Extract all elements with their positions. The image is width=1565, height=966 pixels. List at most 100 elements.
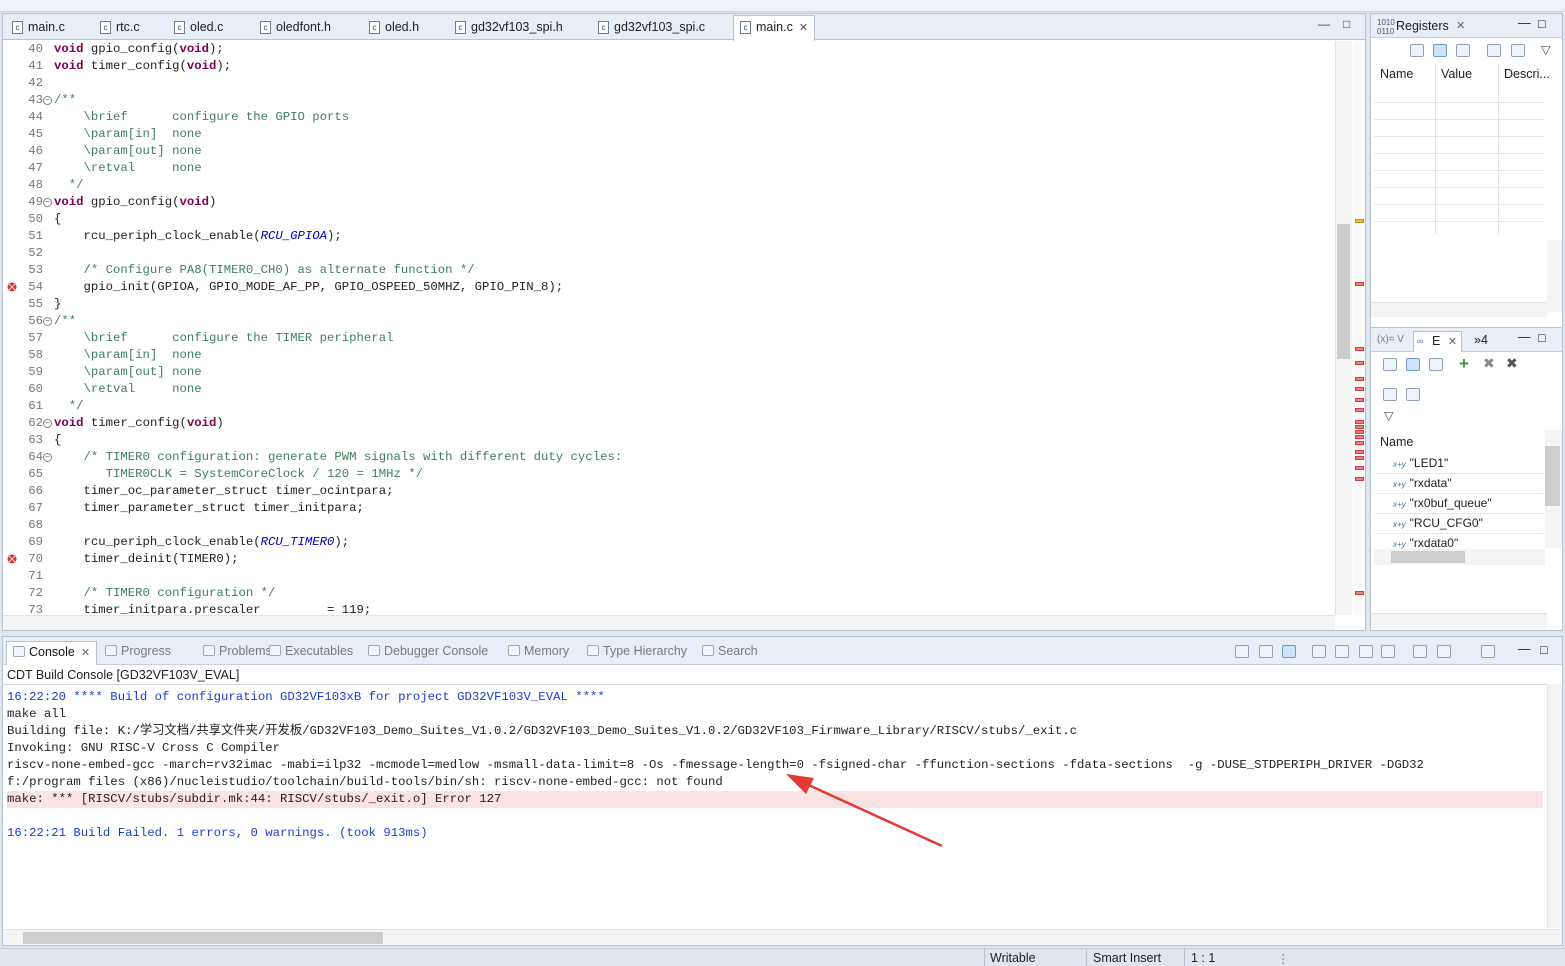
minimize-icon[interactable]: — — [1518, 330, 1531, 344]
overview-marker[interactable] — [1355, 347, 1364, 351]
col-name[interactable]: Name — [1380, 435, 1413, 449]
close-icon[interactable]: ✕ — [1456, 19, 1465, 32]
breakpoint-icon[interactable] — [6, 553, 18, 565]
overview-marker[interactable] — [1355, 591, 1364, 595]
clear-console-icon[interactable] — [1359, 645, 1373, 658]
expressions-tab[interactable]: ∞ E ✕ — [1413, 331, 1463, 352]
editor-tab[interactable]: c rtc.c — [94, 16, 146, 40]
view-menu-icon[interactable]: ▽ — [1384, 408, 1394, 423]
editor-horizontal-scrollbar[interactable] — [3, 615, 1335, 630]
scroll-lock-icon[interactable] — [1282, 645, 1296, 658]
registers-hscroll[interactable] — [1371, 302, 1547, 317]
overview-marker[interactable] — [1355, 387, 1364, 391]
overview-marker[interactable] — [1355, 435, 1364, 439]
overview-ruler[interactable] — [1353, 41, 1365, 615]
remove-all-icon[interactable]: ✖ — [1506, 355, 1518, 372]
edit-group-icon[interactable] — [1406, 388, 1420, 401]
layout-icon[interactable] — [1429, 358, 1443, 371]
scroll-down-icon[interactable] — [1235, 645, 1249, 658]
overview-marker[interactable] — [1355, 398, 1364, 402]
console-tab[interactable]: Search — [702, 644, 758, 658]
expression-item[interactable]: x+y "rx0buf_queue" — [1393, 496, 1492, 510]
overview-marker[interactable] — [1355, 361, 1364, 365]
col-name[interactable]: Name — [1380, 67, 1413, 81]
edit-group-icon[interactable] — [1511, 44, 1525, 57]
more-tabs-icon[interactable]: »4 — [1474, 333, 1488, 347]
fold-toggle-icon[interactable]: − — [43, 96, 52, 105]
expressions-bottom-scroll[interactable] — [1371, 613, 1547, 629]
col-description[interactable]: Descri... — [1504, 67, 1550, 81]
minimize-icon[interactable]: — — [1318, 17, 1330, 31]
expression-item[interactable]: x+y "rxdata" — [1393, 476, 1452, 490]
console-tab[interactable]: Problems — [203, 644, 272, 658]
col-value[interactable]: Value — [1441, 67, 1472, 81]
close-icon[interactable]: ✕ — [81, 647, 90, 659]
fold-toggle-icon[interactable]: − — [43, 419, 52, 428]
minimize-icon[interactable]: — — [1518, 16, 1531, 30]
maximize-icon[interactable]: □ — [1538, 17, 1546, 31]
scroll-up-icon[interactable] — [1259, 645, 1273, 658]
console-tab[interactable]: Type Hierarchy — [587, 644, 687, 658]
maximize-icon[interactable]: □ — [1538, 331, 1546, 345]
collapse-all-icon[interactable] — [1410, 44, 1424, 57]
overview-marker[interactable] — [1355, 456, 1364, 460]
expression-item[interactable]: x+y "rxdata0" — [1393, 536, 1458, 550]
overview-marker[interactable] — [1355, 408, 1364, 412]
editor-tab[interactable]: c gd32vf103_spi.c — [592, 16, 711, 40]
expression-item[interactable]: x+y "RCU_CFG0" — [1393, 516, 1483, 530]
overview-marker[interactable] — [1355, 219, 1364, 223]
open-console-icon[interactable] — [1437, 645, 1451, 658]
fold-toggle-icon[interactable]: − — [43, 317, 52, 326]
overview-marker[interactable] — [1355, 450, 1364, 454]
console-tab[interactable]: Console ✕ — [6, 641, 98, 665]
overview-marker[interactable] — [1355, 441, 1364, 445]
status-insert-mode[interactable]: Smart Insert — [1093, 951, 1161, 965]
expressions-hscroll-thumb[interactable] — [1391, 551, 1465, 563]
variables-tab[interactable]: (x)= V — [1377, 334, 1404, 345]
expression-item[interactable]: x+y "LED1" — [1393, 456, 1448, 470]
pin-icon[interactable] — [1335, 645, 1349, 658]
link-icon[interactable] — [1433, 44, 1447, 57]
console-tab[interactable]: Memory — [508, 644, 569, 658]
console-tab[interactable]: Executables — [269, 644, 353, 658]
breakpoint-icon[interactable] — [6, 281, 18, 293]
console-tab[interactable]: Debugger Console — [368, 644, 488, 658]
word-wrap-icon[interactable] — [1312, 645, 1326, 658]
overview-marker[interactable] — [1355, 282, 1364, 286]
remove-launch-icon[interactable] — [1381, 645, 1395, 658]
console-tab[interactable]: Progress — [105, 644, 171, 658]
editor-tab[interactable]: c oled.c — [168, 16, 229, 40]
new-console-icon[interactable] — [1481, 645, 1495, 658]
overview-marker[interactable] — [1355, 425, 1364, 429]
overview-marker[interactable] — [1355, 477, 1364, 481]
display-console-icon[interactable] — [1413, 645, 1427, 658]
editor-tab[interactable]: c gd32vf103_spi.h — [449, 16, 569, 40]
collapse-all-icon[interactable] — [1383, 358, 1397, 371]
fold-toggle-icon[interactable]: − — [43, 453, 52, 462]
expressions-scroll-thumb[interactable] — [1545, 446, 1560, 506]
overview-marker[interactable] — [1355, 466, 1364, 470]
console-vertical-scrollbar[interactable] — [1547, 684, 1562, 928]
remove-expression-icon[interactable]: ✖ — [1483, 355, 1495, 372]
editor-tab[interactable]: c oledfont.h — [254, 16, 337, 40]
close-icon[interactable]: ✕ — [799, 22, 808, 34]
editor-scroll-thumb[interactable] — [1337, 224, 1350, 359]
overview-marker[interactable] — [1355, 430, 1364, 434]
new-group-icon[interactable] — [1487, 44, 1501, 57]
overview-marker[interactable] — [1355, 420, 1364, 424]
maximize-icon[interactable]: □ — [1343, 17, 1350, 31]
code-area[interactable]: 40 void gpio_config(void); 41 void timer_co… — [3, 41, 1335, 615]
close-icon[interactable]: ✕ — [1448, 336, 1457, 348]
new-group-icon[interactable] — [1383, 388, 1397, 401]
editor-tab[interactable]: c oled.h — [363, 16, 425, 40]
view-menu-icon[interactable]: ▽ — [1541, 42, 1551, 57]
add-expression-icon[interactable]: + — [1459, 354, 1469, 374]
link-icon[interactable] — [1406, 358, 1420, 371]
registers-vscroll[interactable] — [1547, 240, 1562, 312]
editor-tab[interactable]: c main.c — [6, 16, 71, 40]
overview-marker[interactable] — [1355, 377, 1364, 381]
editor-tab[interactable]: c main.c ✕ — [733, 15, 816, 41]
registers-title[interactable]: Registers — [1396, 19, 1449, 33]
maximize-icon[interactable]: □ — [1540, 643, 1548, 657]
layout-icon[interactable] — [1456, 44, 1470, 57]
